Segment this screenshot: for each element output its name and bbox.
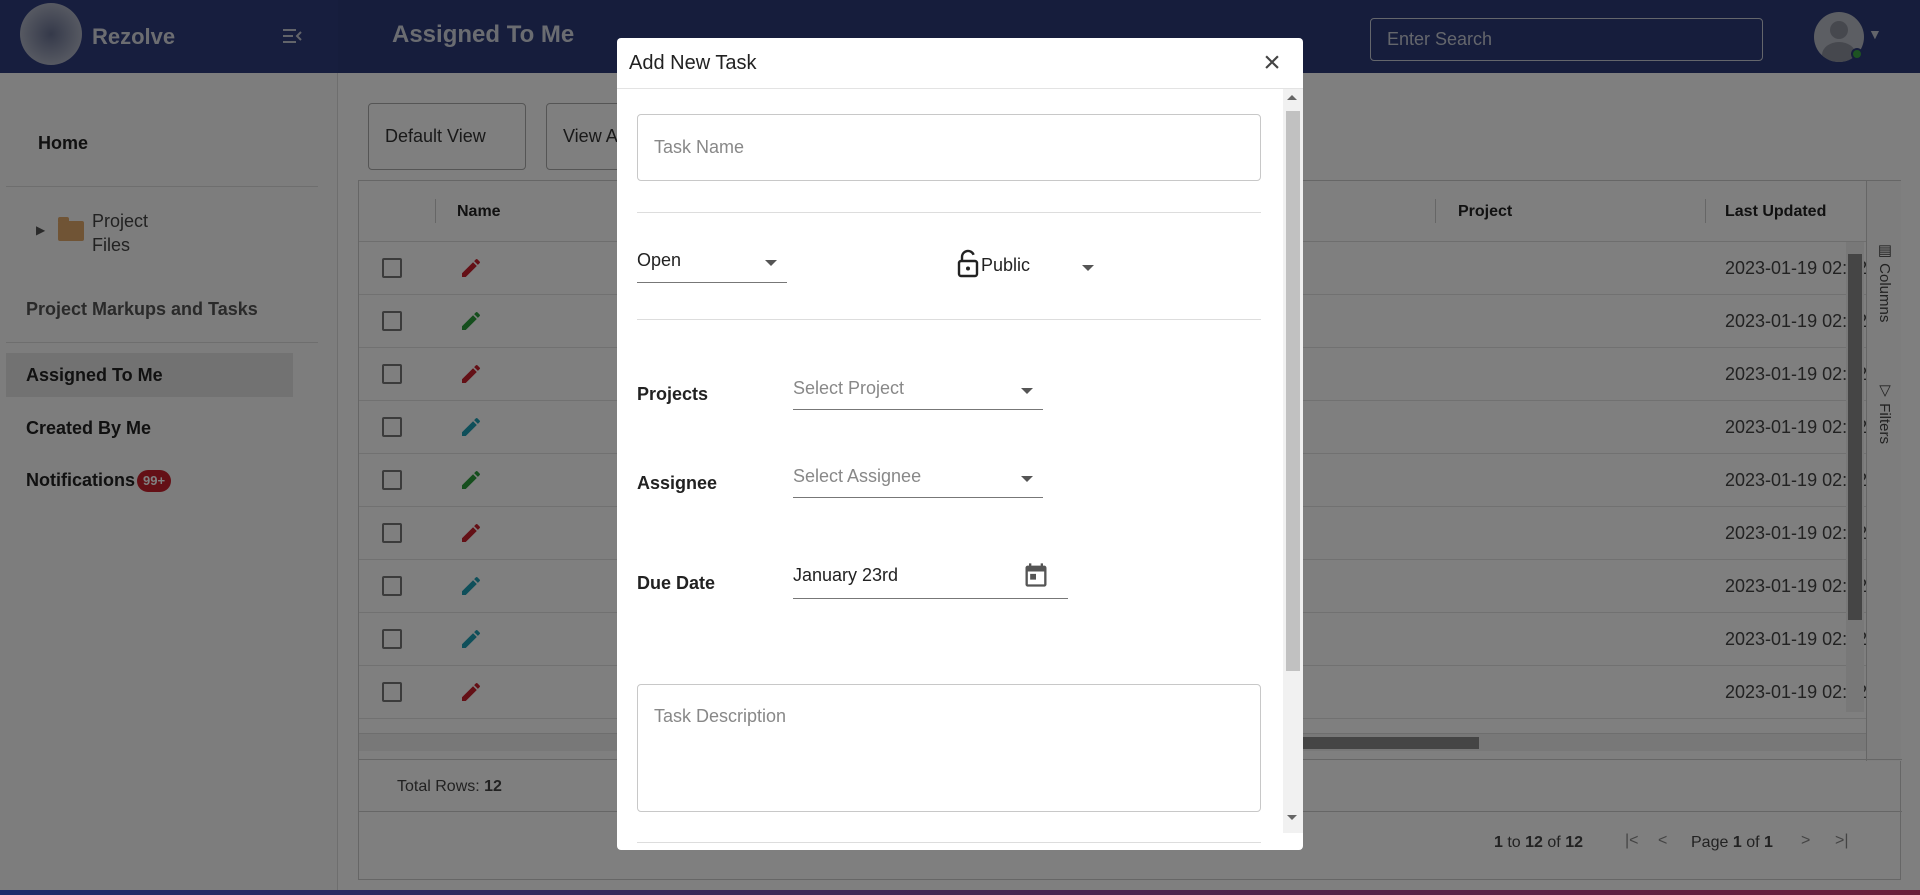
assignee-select-placeholder: Select Assignee — [793, 466, 922, 486]
modal-body: Task Name Open Public Projects Select Pr… — [617, 89, 1283, 843]
caret-down-icon — [1021, 388, 1033, 394]
visibility-value: Public — [981, 255, 1031, 275]
lock-open-icon — [957, 249, 979, 278]
scroll-up-icon[interactable] — [1287, 95, 1297, 100]
task-description-input[interactable]: Task Description — [637, 684, 1261, 812]
form-divider — [637, 319, 1261, 320]
visibility-select[interactable]: Public — [954, 249, 1094, 283]
form-divider — [637, 212, 1261, 213]
projects-label: Projects — [637, 384, 709, 404]
bottom-strip — [0, 890, 1920, 895]
modal-title: Add New Task — [629, 52, 757, 74]
due-date-label: Due Date — [637, 573, 716, 593]
scroll-down-icon[interactable] — [1287, 815, 1297, 820]
due-date-input[interactable]: January 23rd — [793, 563, 1068, 599]
close-icon[interactable]: × — [1257, 48, 1287, 78]
caret-down-icon — [1021, 476, 1033, 482]
due-date-value: January 23rd — [793, 565, 899, 585]
project-select[interactable]: Select Project — [793, 378, 1043, 410]
add-task-modal: Add New Task × Task Name Open Public Pro… — [617, 38, 1303, 850]
status-value: Open — [637, 250, 682, 270]
project-select-placeholder: Select Project — [793, 378, 905, 398]
assignee-select[interactable]: Select Assignee — [793, 466, 1043, 498]
modal-header: Add New Task × — [617, 38, 1303, 89]
caret-down-icon — [765, 260, 777, 266]
calendar-icon[interactable] — [1022, 561, 1050, 589]
caret-down-icon — [1082, 265, 1094, 271]
status-select[interactable]: Open — [637, 250, 787, 283]
task-name-input[interactable]: Task Name — [637, 114, 1261, 181]
form-divider — [637, 842, 1261, 843]
scrollbar-thumb[interactable] — [1286, 111, 1300, 671]
modal-scrollbar[interactable] — [1283, 89, 1303, 833]
assignee-label: Assignee — [637, 473, 718, 493]
